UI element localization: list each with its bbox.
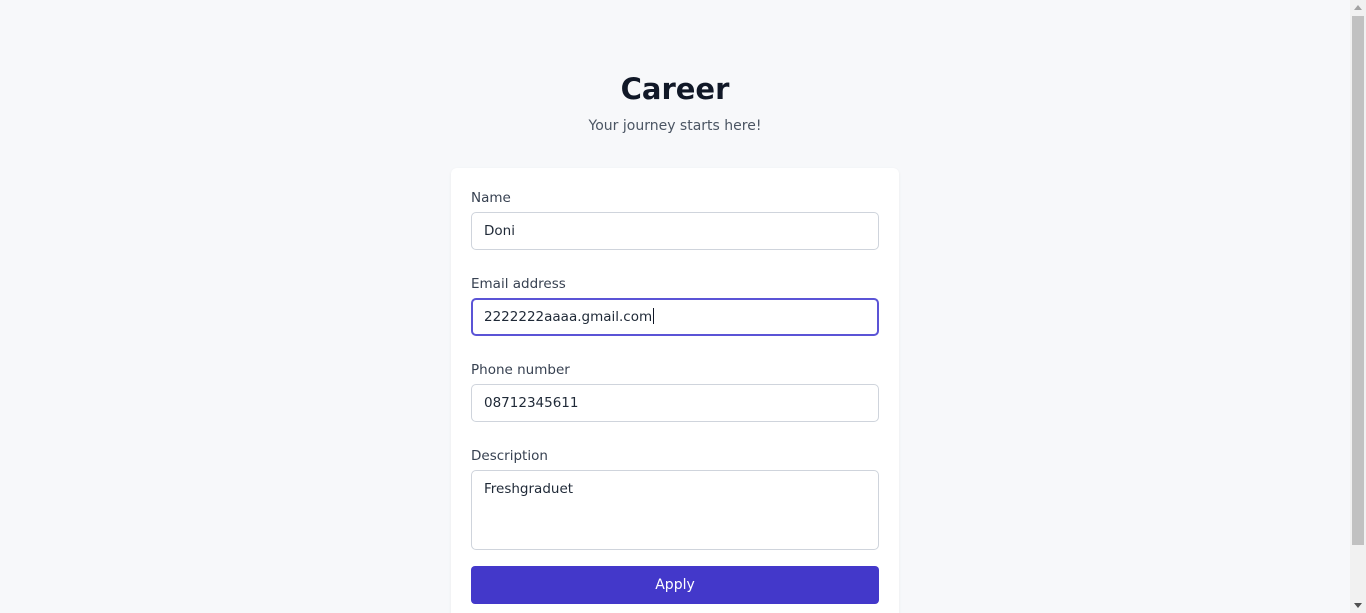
text-caret [653,308,655,324]
description-textarea-value: Freshgraduet [484,481,574,497]
phone-input[interactable]: 08712345611 [471,384,879,422]
vertical-scrollbar[interactable] [1350,0,1366,613]
email-input[interactable]: 2222222aaaa.gmail.com [471,298,879,336]
name-input[interactable]: Doni [471,212,879,250]
email-input-value: 2222222aaaa.gmail.com [484,309,653,325]
description-textarea[interactable]: Freshgraduet [471,470,879,550]
page-title: Career [620,72,730,106]
phone-input-value: 08712345611 [484,395,579,411]
description-label: Description [471,448,548,464]
page-subtitle: Your journey starts here! [588,118,762,134]
scroll-down-arrow-icon[interactable] [1354,603,1362,608]
viewport: Career Your journey starts here! Name Do… [0,0,1366,613]
scrollbar-thumb[interactable] [1352,16,1364,545]
page: Career Your journey starts here! Name Do… [0,0,1350,613]
scroll-up-arrow-icon[interactable] [1354,5,1362,10]
phone-label: Phone number [471,362,570,378]
career-form-card: Name Doni Email address 2222222aaaa.gmai… [451,168,899,613]
email-label: Email address [471,276,566,292]
apply-button[interactable]: Apply [471,566,879,604]
name-input-value: Doni [484,223,515,239]
name-label: Name [471,190,511,206]
